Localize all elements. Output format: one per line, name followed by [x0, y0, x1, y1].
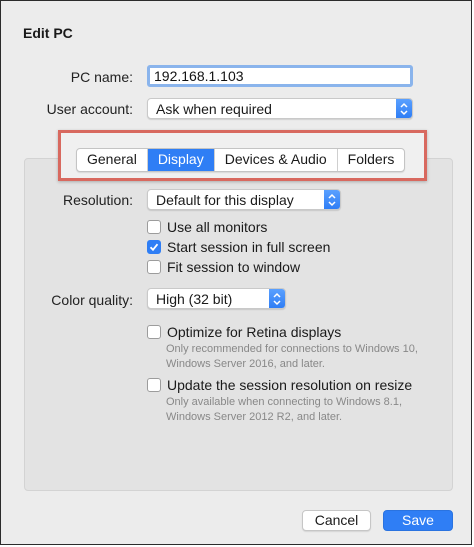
resize-row[interactable]: Update the session resolution on resize	[147, 377, 412, 393]
fit-to-window-row[interactable]: Fit session to window	[147, 259, 300, 275]
use-all-monitors-checkbox[interactable]	[147, 220, 161, 234]
full-screen-row[interactable]: Start session in full screen	[147, 239, 330, 255]
up-down-chevron-icon	[396, 99, 412, 118]
use-all-monitors-row[interactable]: Use all monitors	[147, 219, 267, 235]
pc-name-input[interactable]	[147, 65, 413, 87]
user-account-label: User account:	[46, 101, 133, 117]
retina-note: Only recommended for connections to Wind…	[166, 343, 418, 370]
dialog-title: Edit PC	[23, 25, 73, 41]
resize-label: Update the session resolution on resize	[167, 377, 413, 393]
tab-folders[interactable]: Folders	[338, 149, 405, 171]
resize-checkbox[interactable]	[147, 378, 161, 392]
full-screen-checkbox[interactable]	[147, 240, 161, 254]
use-all-monitors-label: Use all monitors	[167, 219, 268, 235]
tab-general[interactable]: General	[77, 149, 148, 171]
resolution-label: Resolution:	[62, 192, 133, 208]
up-down-chevron-icon	[324, 190, 340, 209]
resolution-select[interactable]: Default for this display	[147, 189, 341, 210]
full-screen-label: Start session in full screen	[167, 239, 331, 255]
retina-checkbox[interactable]	[147, 325, 161, 339]
cancel-button[interactable]: Cancel	[302, 510, 371, 531]
save-button[interactable]: Save	[383, 510, 453, 531]
up-down-chevron-icon	[269, 289, 285, 308]
tab-display[interactable]: Display	[147, 149, 215, 171]
retina-row[interactable]: Optimize for Retina displays	[147, 324, 341, 340]
color-quality-value: High (32 bit)	[156, 291, 233, 307]
edit-pc-dialog: Edit PC PC name: User account: Ask when …	[0, 0, 472, 545]
user-account-select[interactable]: Ask when required	[147, 98, 413, 119]
color-quality-label: Color quality:	[51, 292, 133, 308]
tab-bar: General Display Devices & Audio Folders	[76, 148, 406, 172]
resolution-value: Default for this display	[156, 192, 294, 208]
tab-devices-audio[interactable]: Devices & Audio	[215, 149, 338, 171]
resize-note: Only available when connecting to Window…	[166, 396, 403, 423]
checkmark-icon	[149, 243, 159, 252]
user-account-value: Ask when required	[156, 101, 272, 117]
color-quality-select[interactable]: High (32 bit)	[147, 288, 286, 309]
fit-to-window-checkbox[interactable]	[147, 260, 161, 274]
fit-to-window-label: Fit session to window	[167, 259, 301, 275]
pc-name-label: PC name:	[70, 69, 133, 85]
retina-label: Optimize for Retina displays	[167, 324, 342, 340]
